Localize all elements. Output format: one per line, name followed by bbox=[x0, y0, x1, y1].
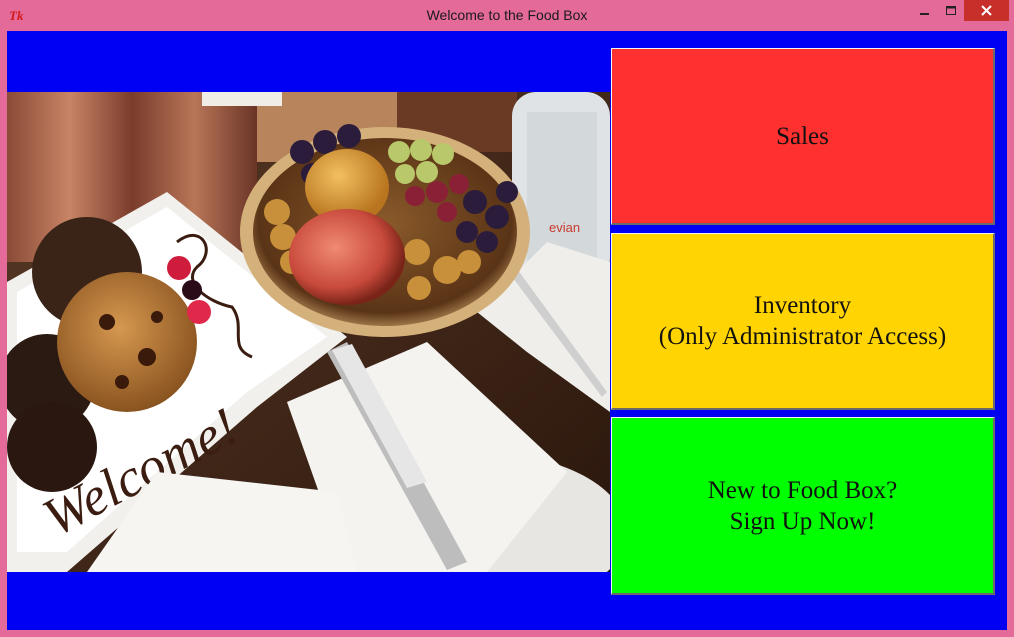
maximize-icon bbox=[945, 5, 956, 15]
bottle-label: evian bbox=[549, 220, 580, 235]
sales-button-label: Sales bbox=[776, 122, 829, 150]
inventory-button-label: Inventory (Only Administrator Access) bbox=[658, 292, 947, 350]
welcome-food-photo: evian Welcome! bbox=[7, 92, 610, 572]
close-icon bbox=[981, 5, 992, 16]
main-window: evian Welcome! Sales Inventory (Only Adm… bbox=[7, 31, 1007, 630]
close-button[interactable] bbox=[964, 0, 1009, 21]
maximize-button[interactable] bbox=[938, 0, 964, 21]
signup-button-label: New to Food Box? Sign Up Now! bbox=[707, 476, 898, 535]
window-title: Welcome to the Food Box bbox=[426, 7, 588, 23]
inventory-button[interactable]: Inventory (Only Administrator Access) bbox=[611, 233, 995, 410]
sales-button[interactable]: Sales bbox=[611, 48, 995, 225]
minimize-button[interactable] bbox=[911, 0, 938, 21]
title-bar[interactable]: Tk Welcome to the Food Box bbox=[0, 0, 1014, 31]
minimize-icon bbox=[919, 12, 929, 15]
signup-button[interactable]: New to Food Box? Sign Up Now! bbox=[611, 417, 995, 595]
